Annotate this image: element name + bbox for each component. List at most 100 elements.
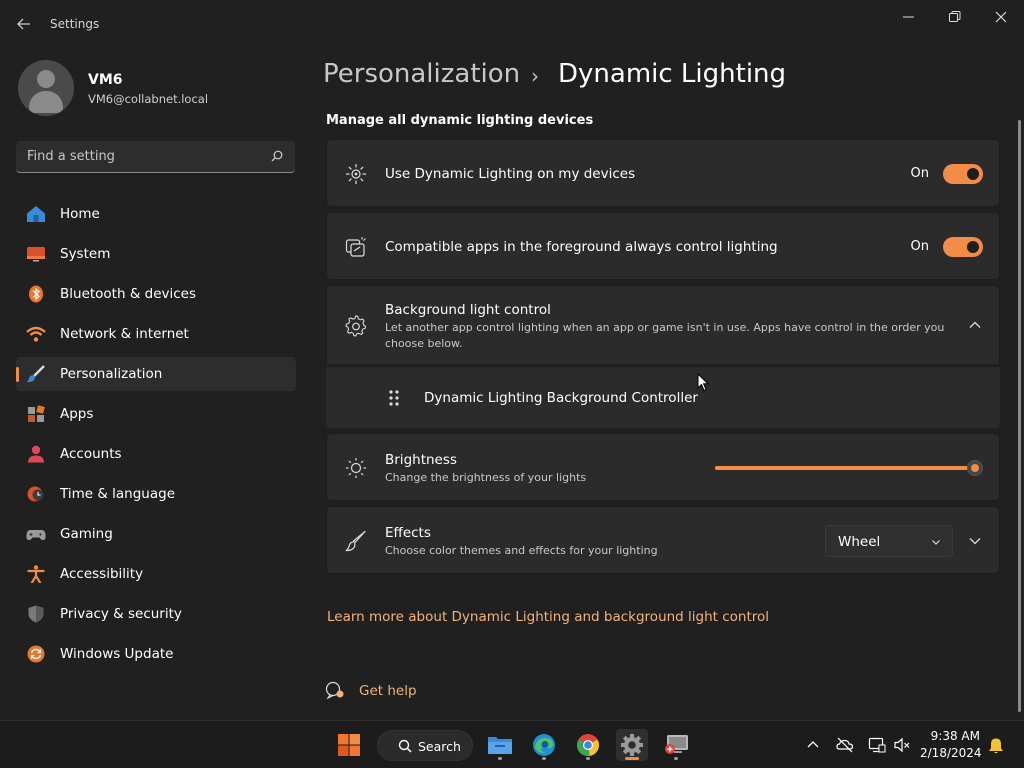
brightness-description: Change the brightness of your lights — [385, 471, 587, 484]
effects-card[interactable]: Effects Choose color themes and effects … — [326, 506, 1000, 574]
chrome-icon — [576, 734, 600, 757]
toggle-state-label: On — [910, 166, 929, 181]
start-button[interactable] — [333, 729, 365, 761]
shield-icon — [28, 605, 44, 623]
active-indicator — [16, 367, 19, 382]
collapse-button[interactable] — [963, 313, 987, 337]
sidebar-item-label: System — [60, 246, 111, 262]
sidebar-item-label: Personalization — [60, 366, 163, 382]
mouse-cursor-icon — [697, 373, 709, 392]
sidebar-item-personalization[interactable]: Personalization — [16, 357, 296, 391]
brightness-slider-thumb[interactable] — [967, 460, 983, 476]
running-indicator — [498, 757, 502, 760]
close-button[interactable] — [978, 4, 1024, 30]
dynamic-lighting-icon — [346, 164, 366, 184]
brightness-card: Brightness Change the brightness of your… — [326, 433, 1000, 501]
running-indicator — [625, 757, 639, 760]
settings-window: Settings VM6 VM6@collabnet.local Home Sy… — [0, 0, 1024, 720]
background-light-control-title: Background light control — [385, 302, 551, 318]
brightness-slider-track[interactable] — [715, 466, 975, 470]
sidebar-item-bluetooth[interactable]: Bluetooth & devices — [16, 277, 296, 311]
running-indicator — [542, 757, 546, 760]
sidebar-item-home[interactable]: Home — [16, 197, 296, 231]
search-icon[interactable] — [271, 150, 283, 162]
taskbar-settings[interactable] — [616, 729, 648, 761]
running-indicator — [586, 757, 590, 760]
gamepad-icon — [26, 530, 46, 540]
update-icon — [27, 645, 45, 663]
search-box[interactable] — [16, 141, 295, 173]
edge-icon — [533, 734, 555, 756]
volume-muted-icon[interactable] — [893, 736, 911, 754]
onedrive-offline-icon[interactable] — [836, 736, 854, 754]
clock-date[interactable]: 2/18/2024 — [920, 746, 982, 760]
clock-globe-icon — [27, 486, 44, 502]
minimize-button[interactable] — [886, 4, 932, 30]
compatible-apps-card: Compatible apps in the foreground always… — [326, 212, 1000, 280]
breadcrumb-parent[interactable]: Personalization — [323, 59, 520, 89]
app-lighting-icon — [345, 237, 366, 257]
taskbar-file-explorer[interactable] — [484, 729, 516, 761]
use-dynamic-lighting-toggle[interactable] — [943, 164, 983, 184]
effects-description: Choose color themes and effects for your… — [385, 544, 658, 557]
sidebar-item-accessibility[interactable]: Accessibility — [16, 557, 296, 591]
sidebar-item-label: Privacy & security — [60, 606, 182, 622]
apps-icon — [28, 405, 45, 422]
background-controller-row[interactable]: Dynamic Lighting Background Controller — [326, 366, 1000, 428]
system-icon — [27, 247, 45, 262]
toggle-knob — [967, 168, 979, 180]
settings-icon — [621, 734, 643, 756]
learn-more-link[interactable]: Learn more about Dynamic Lighting and ba… — [327, 609, 769, 625]
drag-handle-icon[interactable] — [388, 389, 400, 407]
sidebar-item-privacy[interactable]: Privacy & security — [16, 597, 296, 631]
avatar-head — [37, 70, 55, 88]
taskbar-chrome[interactable] — [572, 729, 604, 761]
scrollbar[interactable] — [1018, 120, 1021, 712]
back-arrow-icon — [17, 18, 30, 30]
brush-icon — [26, 365, 45, 383]
effects-dropdown[interactable]: Wheel — [825, 525, 953, 557]
avatar[interactable] — [18, 60, 74, 116]
clock-time[interactable]: 9:38 AM — [930, 729, 980, 743]
network-icon[interactable] — [868, 736, 886, 754]
sidebar-item-accounts[interactable]: Accounts — [16, 437, 296, 471]
chevron-up-icon[interactable] — [804, 736, 822, 754]
sidebar-item-windows-update[interactable]: Windows Update — [16, 637, 296, 671]
back-button[interactable] — [10, 12, 38, 36]
sidebar-item-system[interactable]: System — [16, 237, 296, 271]
use-dynamic-lighting-card: Use Dynamic Lighting on my devices On — [326, 139, 1000, 207]
expand-button[interactable] — [963, 529, 987, 553]
sidebar-item-label: Apps — [60, 406, 94, 422]
get-help-link[interactable]: Get help — [359, 683, 417, 699]
taskbar-edge[interactable] — [528, 729, 560, 761]
sidebar-item-label: Home — [60, 206, 100, 222]
home-icon — [27, 206, 45, 222]
notification-bell-icon[interactable] — [987, 737, 1005, 755]
toggle-state-label: On — [910, 239, 929, 254]
sidebar-item-label: Gaming — [60, 526, 113, 542]
sidebar-item-label: Accessibility — [60, 566, 144, 582]
background-controller-name: Dynamic Lighting Background Controller — [424, 390, 698, 406]
background-light-control-card[interactable]: Background light control Let another app… — [326, 285, 1000, 365]
compatible-apps-toggle[interactable] — [943, 237, 983, 257]
help-icon[interactable] — [325, 681, 345, 699]
avatar-body — [29, 91, 63, 113]
page-title: Dynamic Lighting — [558, 59, 787, 89]
restore-icon — [949, 11, 961, 22]
taskbar-remote-desktop[interactable] — [660, 729, 692, 761]
wifi-icon — [26, 326, 46, 342]
sidebar-item-label: Accounts — [60, 446, 122, 462]
compatible-apps-label: Compatible apps in the foreground always… — [385, 239, 778, 255]
maximize-button[interactable] — [932, 4, 978, 30]
taskbar-search[interactable]: Search — [377, 730, 473, 761]
sidebar-item-gaming[interactable]: Gaming — [16, 517, 296, 551]
chevron-up-icon — [969, 321, 981, 328]
search-input[interactable] — [16, 141, 266, 171]
search-icon — [398, 739, 412, 753]
accessibility-icon — [27, 565, 45, 583]
sidebar-item-network[interactable]: Network & internet — [16, 317, 296, 351]
gear-icon — [345, 315, 367, 337]
chevron-down-icon — [969, 538, 981, 545]
sidebar-item-apps[interactable]: Apps — [16, 397, 296, 431]
sidebar-item-time-language[interactable]: Time & language — [16, 477, 296, 511]
